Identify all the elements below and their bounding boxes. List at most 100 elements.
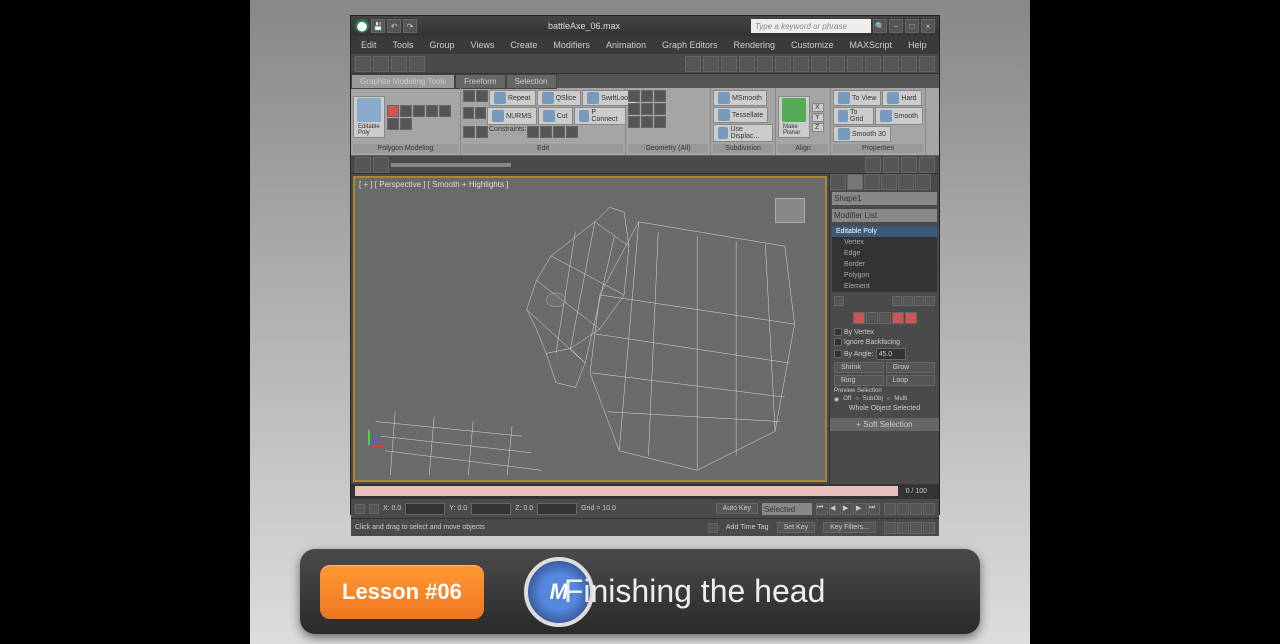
menu-modifiers[interactable]: Modifiers [547,38,596,52]
modifier-stack[interactable]: Editable Poly Vertex Edge Border Polygon… [832,226,937,292]
menu-create[interactable]: Create [504,38,543,52]
loop-button[interactable]: Loop [886,375,936,386]
make-planar-button[interactable]: Make Planar [778,96,810,138]
menu-group[interactable]: Group [424,38,461,52]
extrude-icon[interactable] [641,103,653,115]
edge-mode-icon[interactable] [400,105,412,117]
nav-zoomall-icon[interactable] [897,503,909,515]
smooth30-button[interactable]: Smooth 30 [833,126,891,142]
modifier-list-dropdown[interactable]: Modifier List [832,209,937,222]
sel-edge-icon[interactable] [866,312,878,324]
bind-icon[interactable] [409,56,425,72]
nurms-button[interactable]: NURMS [487,107,537,125]
percent-snap-icon[interactable] [775,56,791,72]
next-frame-icon[interactable]: ▶ [855,503,867,515]
coord-x-input[interactable] [405,503,445,515]
coord-z-input[interactable] [537,503,577,515]
nav-pan-icon[interactable] [923,503,935,515]
key-mode-dropdown[interactable]: Selected [762,503,812,515]
nav-maximize-icon[interactable] [897,522,909,534]
keyfilters-button[interactable]: Key Filters... [823,522,876,533]
tab-graphite[interactable]: Graphite Modeling Tools [351,74,455,89]
object-name-field[interactable]: Shape1 [832,192,937,205]
off-radio[interactable]: Off [843,396,851,403]
maximize-icon[interactable]: □ [905,19,919,33]
sel-element-icon[interactable] [905,312,917,324]
timeline-track[interactable] [355,486,898,496]
snap-icon[interactable] [739,56,755,72]
x-button[interactable]: X [812,103,824,112]
isolate-icon[interactable] [355,157,371,173]
rotate-icon[interactable] [703,56,719,72]
by-angle-checkbox[interactable] [834,350,842,358]
unlink-icon[interactable] [391,56,407,72]
selection-filter-dropdown[interactable] [391,163,511,167]
move-icon[interactable] [685,56,701,72]
menu-grapheditors[interactable]: Graph Editors [656,38,724,52]
generate-icon[interactable] [400,118,412,130]
to-grid-button[interactable]: To Grid [833,107,874,125]
save-icon[interactable]: 💾 [371,19,385,33]
qslice-button[interactable]: QSlice [537,90,582,106]
timeline[interactable]: 0 / 100 [351,484,939,498]
search-icon[interactable]: 🔍 [873,19,887,33]
cap-icon[interactable] [654,90,666,102]
relax-icon[interactable] [628,90,640,102]
hinge-icon[interactable] [654,116,666,128]
scale-icon[interactable] [721,56,737,72]
prev-frame-icon[interactable]: ◀ [829,503,841,515]
viewport-icon-3[interactable] [901,157,917,173]
render-icon[interactable] [919,56,935,72]
tab-selection[interactable]: Selection [506,74,557,89]
hierarchy-tab-icon[interactable] [864,174,880,190]
play-icon[interactable]: ▶ [842,503,854,515]
element-subobj[interactable]: Element [832,281,937,292]
attach-icon[interactable] [463,107,474,119]
nav-walk-icon[interactable] [910,522,922,534]
sel-polygon-icon[interactable] [892,312,904,324]
smooth-button[interactable]: Smooth [875,107,923,125]
menu-maxscript[interactable]: MAXScript [844,38,899,52]
nav-zoom-icon[interactable] [884,503,896,515]
tab-freeform[interactable]: Freeform [455,74,505,89]
utilities-tab-icon[interactable] [915,174,931,190]
vertex-subobj[interactable]: Vertex [832,237,937,248]
constraint-none-icon[interactable] [527,126,539,138]
app-icon[interactable]: ⬤ [355,19,369,33]
menu-views[interactable]: Views [465,38,501,52]
editable-poly-button[interactable]: Editable Poly [353,96,385,138]
modify-tab-icon[interactable] [847,174,863,190]
ignore-backfacing-checkbox[interactable] [834,338,842,346]
show-result-icon[interactable] [892,296,902,306]
close-icon[interactable]: × [921,19,935,33]
menu-animation[interactable]: Animation [600,38,652,52]
subobj-radio[interactable]: SubObj [863,396,883,403]
outline-icon[interactable] [641,116,653,128]
time-tag-icon[interactable] [708,523,718,533]
perspective-viewport[interactable]: [ + ] [ Perspective ] [ Smooth + Highlig… [353,176,827,482]
by-vertex-checkbox[interactable] [834,328,842,336]
cut-button[interactable]: Cut [538,107,573,125]
create-tab-icon[interactable] [830,174,846,190]
minimize-icon[interactable]: − [889,19,903,33]
border-subobj[interactable]: Border [832,259,937,270]
constraint-normal-icon[interactable] [566,126,578,138]
nav-zoom-region-icon[interactable] [923,522,935,534]
select-icon[interactable] [355,56,371,72]
redo-icon[interactable]: ↷ [403,19,417,33]
menu-help[interactable]: Help [902,38,933,52]
layers-icon[interactable] [829,56,845,72]
polygon-mode-icon[interactable] [426,105,438,117]
msmooth-button[interactable]: MSmooth [713,90,767,106]
menu-rendering[interactable]: Rendering [728,38,782,52]
menu-tools[interactable]: Tools [387,38,420,52]
pconnect-button[interactable]: P Connect [574,107,626,125]
create-icon[interactable] [641,90,653,102]
ring-button[interactable]: Ring [834,375,884,386]
soft-selection-rollout[interactable]: + Soft Selection [830,418,939,431]
vertex-mode-icon[interactable] [387,105,399,117]
render-setup-icon[interactable] [901,56,917,72]
constraint-edge-icon[interactable] [540,126,552,138]
y-button[interactable]: Y [812,113,824,122]
element-mode-icon[interactable] [439,105,451,117]
